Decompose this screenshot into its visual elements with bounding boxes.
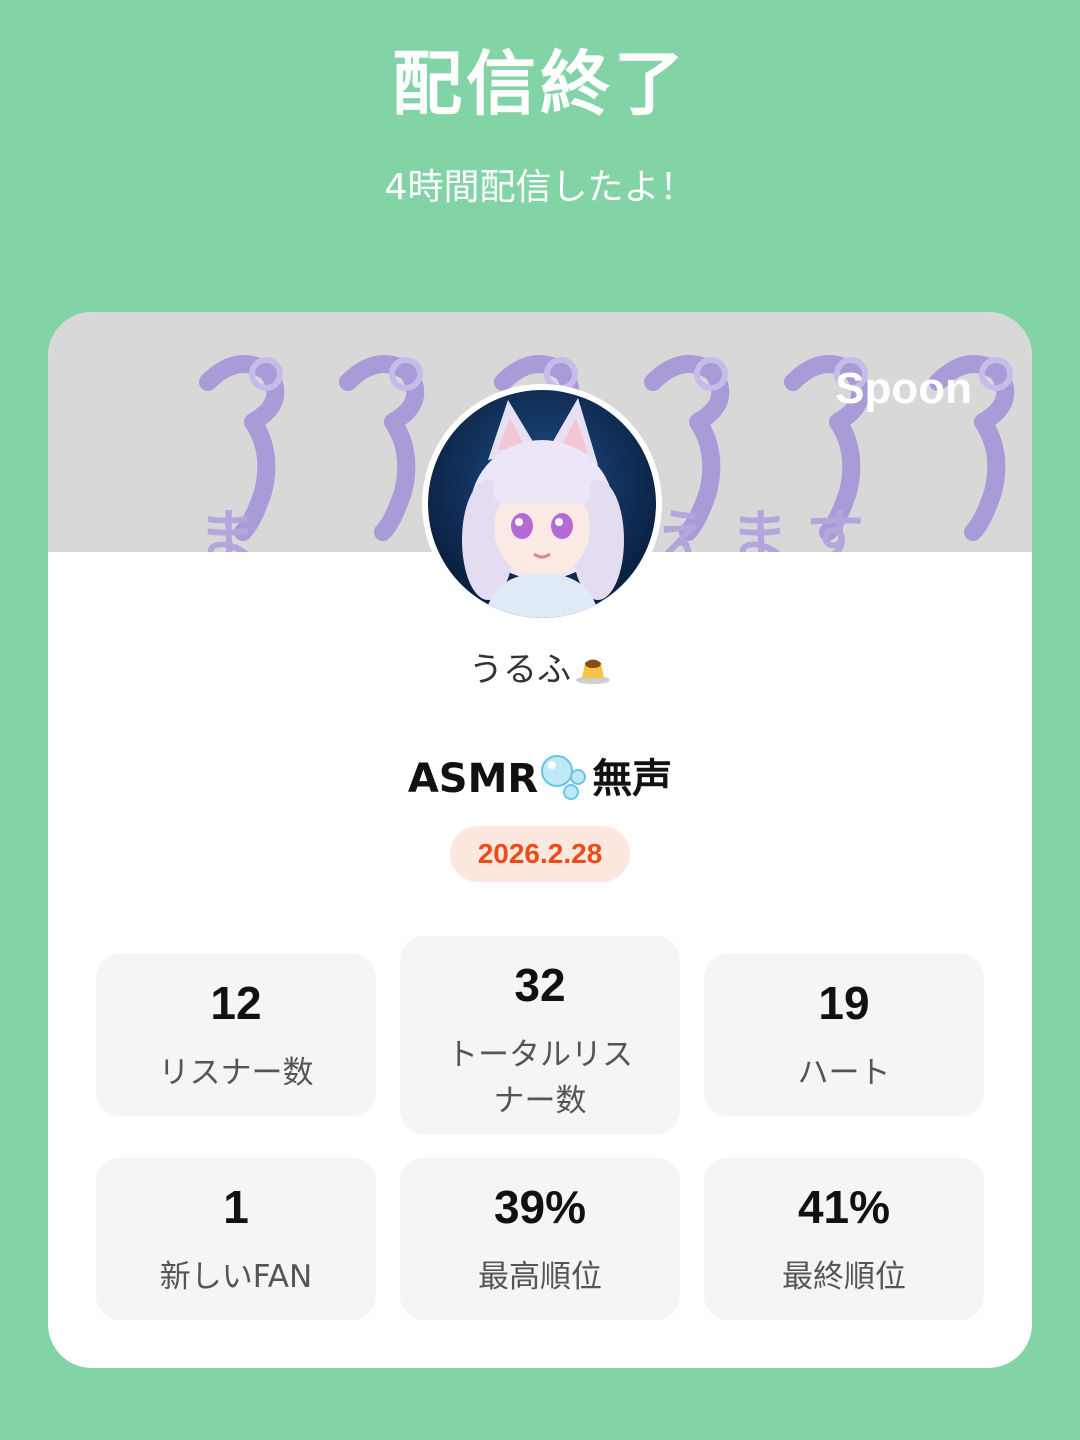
summary-card: ま えます Spoon うるふ ASMR 無声 2026.2.28 12 リスナ…: [48, 312, 1032, 1368]
stat-label: リスナー数: [158, 1055, 314, 1091]
stat-card-highest-rank: 39% 最高順位: [400, 1158, 680, 1320]
stat-label: 新しいFAN: [159, 1259, 313, 1295]
stat-card-total-listeners: 32 トータルリスナー数: [400, 936, 680, 1134]
stat-value: 41%: [797, 1181, 891, 1233]
stat-card-hearts: 19 ハート: [704, 954, 984, 1116]
username: うるふ: [48, 642, 1032, 691]
stat-label: トータルリスナー数: [447, 1037, 633, 1119]
live-title-suffix: 無声: [592, 756, 673, 802]
bubbles-icon: [541, 755, 587, 800]
pudding-icon: [576, 659, 610, 684]
stat-label: 最高順位: [478, 1259, 602, 1295]
stat-card-new-fans: 1 新しいFAN: [96, 1158, 376, 1320]
stat-card-final-rank: 41% 最終順位: [704, 1158, 984, 1320]
stat-label: 最終順位: [782, 1259, 906, 1295]
date-badge: 2026.2.28: [450, 826, 630, 882]
stat-value: 1: [223, 1181, 249, 1233]
stat-card-listeners: 12 リスナー数: [96, 954, 376, 1116]
username-text: うるふ: [469, 650, 571, 690]
live-title-prefix: ASMR: [407, 756, 539, 802]
avatar-image: [428, 390, 656, 618]
stat-value: 19: [818, 977, 870, 1029]
avatar[interactable]: [422, 384, 662, 624]
stat-value: 39%: [493, 1181, 587, 1233]
stat-label: ハート: [797, 1055, 891, 1091]
page-subtitle: 4時間配信したよ！: [384, 167, 696, 208]
live-title: ASMR 無声: [48, 746, 1032, 804]
stat-value: 12: [210, 977, 262, 1029]
spoon-logo: Spoon: [835, 364, 972, 413]
stat-value: 32: [514, 959, 566, 1011]
page-title: 配信終了: [392, 43, 688, 125]
